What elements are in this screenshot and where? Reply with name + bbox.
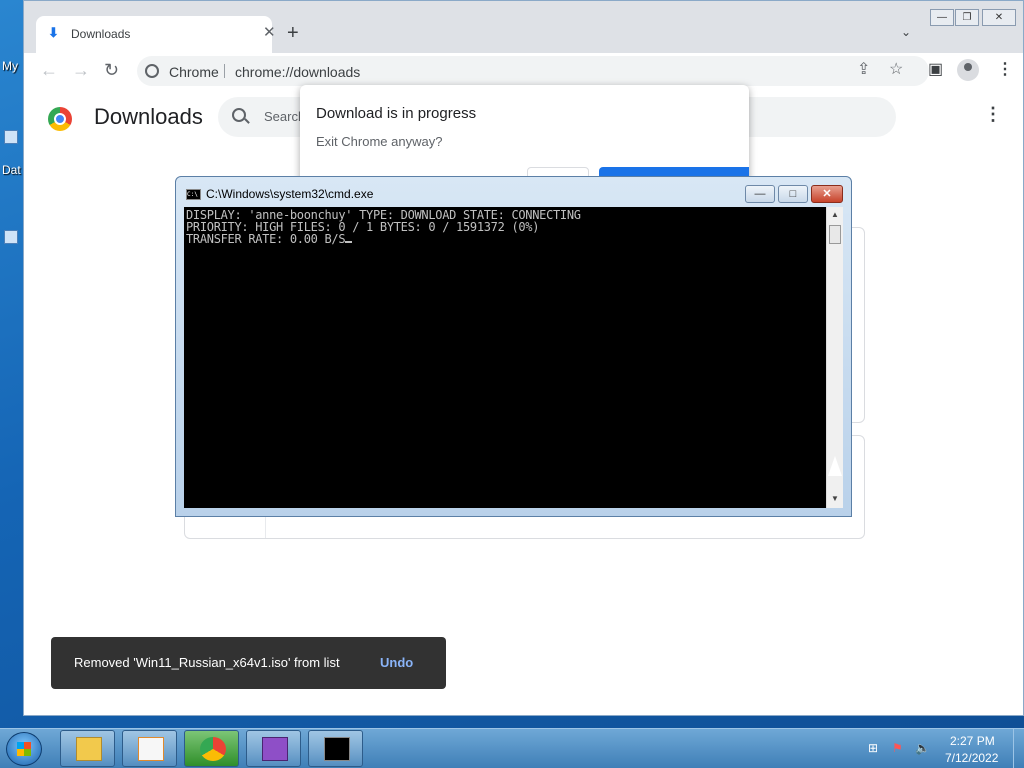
taskbar-help[interactable] xyxy=(246,730,301,767)
cmd-window: C:\ C:\Windows\system32\cmd.exe — □ ✕ DI… xyxy=(175,176,852,517)
cmd-taskbar-icon xyxy=(324,737,350,761)
profile-avatar[interactable] xyxy=(957,59,979,81)
start-button[interactable] xyxy=(6,732,42,766)
address-bar[interactable]: Chrome chrome://downloads ⇪ ☆ xyxy=(137,56,929,86)
show-desktop-button[interactable] xyxy=(1013,729,1024,768)
tab-strip: ⬇ Downloads ✕ + ⌄ — ❐ ✕ xyxy=(24,1,1023,53)
page-title: Downloads xyxy=(94,104,203,129)
console-output[interactable]: DISPLAY: 'anne-boonchuy' TYPE: DOWNLOAD … xyxy=(184,207,826,508)
search-icon xyxy=(232,108,246,122)
taskbar-media-player[interactable] xyxy=(122,730,177,767)
taskbar: ⊞ ⚑ 🔈 2:27 PM 7/12/2022 xyxy=(0,728,1024,768)
tab-downloads[interactable]: ⬇ Downloads ✕ xyxy=(36,16,276,53)
clock-date[interactable]: 7/12/2022 xyxy=(945,751,998,765)
minimize-button[interactable]: — xyxy=(930,9,954,26)
site-label: Chrome xyxy=(169,64,219,80)
forward-button[interactable]: → xyxy=(72,60,90,80)
media-player-icon xyxy=(138,737,164,761)
scroll-up-icon[interactable]: ▲ xyxy=(831,210,839,219)
restore-button[interactable]: ❐ xyxy=(955,9,979,26)
chrome-logo-icon xyxy=(48,107,72,131)
share-icon[interactable]: ⇪ xyxy=(857,62,870,78)
back-button[interactable]: ← xyxy=(40,60,58,80)
undo-button[interactable]: Undo xyxy=(380,655,413,670)
tab-close-icon[interactable]: ✕ xyxy=(263,25,276,40)
desktop-shortcut-icon[interactable] xyxy=(4,230,18,244)
page-menu-icon[interactable]: ⋮ xyxy=(984,105,1002,123)
desktop-shortcut-icon[interactable] xyxy=(4,130,18,144)
folder-icon xyxy=(76,737,102,761)
scroll-thumb[interactable] xyxy=(829,225,841,244)
action-center-flag-icon[interactable]: ⚑ xyxy=(892,741,906,755)
taskbar-file-explorer[interactable] xyxy=(60,730,115,767)
cmd-icon[interactable]: C:\ xyxy=(186,189,201,200)
network-icon[interactable]: ⊞ xyxy=(868,741,882,755)
toast-message: Removed 'Win11_Russian_x64v1.iso' from l… xyxy=(74,655,340,670)
desktop-label-my[interactable]: My xyxy=(2,59,18,73)
tab-title: Downloads xyxy=(71,27,131,41)
mouse-cursor-icon xyxy=(828,456,842,476)
exit-confirmation-dialog: Download is in progress Exit Chrome anyw… xyxy=(300,85,749,185)
chrome-site-icon[interactable] xyxy=(145,64,159,78)
cmd-close-button[interactable]: ✕ xyxy=(811,185,843,203)
dialog-message: Exit Chrome anyway? xyxy=(316,134,443,149)
toolbar: ← → ↻ Chrome chrome://downloads ⇪ ☆ ▣ ⋮ xyxy=(24,53,1023,89)
download-icon: ⬇ xyxy=(48,25,59,40)
reload-button[interactable]: ↻ xyxy=(104,60,119,80)
chrome-menu-icon[interactable]: ⋮ xyxy=(997,62,1013,78)
taskbar-cmd[interactable] xyxy=(308,730,363,767)
volume-icon[interactable]: 🔈 xyxy=(915,741,930,755)
cmd-minimize-button[interactable]: — xyxy=(745,185,775,203)
desktop-label-dat[interactable]: Dat xyxy=(2,163,21,177)
windows-logo-icon xyxy=(17,742,31,756)
dialog-title: Download is in progress xyxy=(316,105,477,122)
side-panel-icon[interactable]: ▣ xyxy=(928,62,943,78)
help-book-icon xyxy=(262,737,288,761)
tab-search-button[interactable]: ⌄ xyxy=(901,25,911,39)
toast-notification: Removed 'Win11_Russian_x64v1.iso' from l… xyxy=(51,637,446,689)
chrome-icon xyxy=(200,737,226,761)
cmd-maximize-button[interactable]: □ xyxy=(778,185,808,203)
new-tab-button[interactable]: + xyxy=(287,23,299,43)
omnibox-divider xyxy=(224,64,225,78)
cmd-title: C:\Windows\system32\cmd.exe xyxy=(206,187,374,201)
console-line-with-cursor: TRANSFER RATE: 0.00 B/S xyxy=(186,232,353,246)
console-line: TRANSFER RATE: 0.00 B/S xyxy=(186,232,346,246)
text-cursor xyxy=(345,241,353,243)
scroll-down-icon[interactable]: ▼ xyxy=(831,494,839,503)
url-text[interactable]: chrome://downloads xyxy=(235,64,360,80)
taskbar-chrome[interactable] xyxy=(184,730,239,767)
clock-time[interactable]: 2:27 PM xyxy=(950,734,995,748)
close-window-button[interactable]: ✕ xyxy=(982,9,1016,26)
bookmark-star-icon[interactable]: ☆ xyxy=(889,62,903,78)
